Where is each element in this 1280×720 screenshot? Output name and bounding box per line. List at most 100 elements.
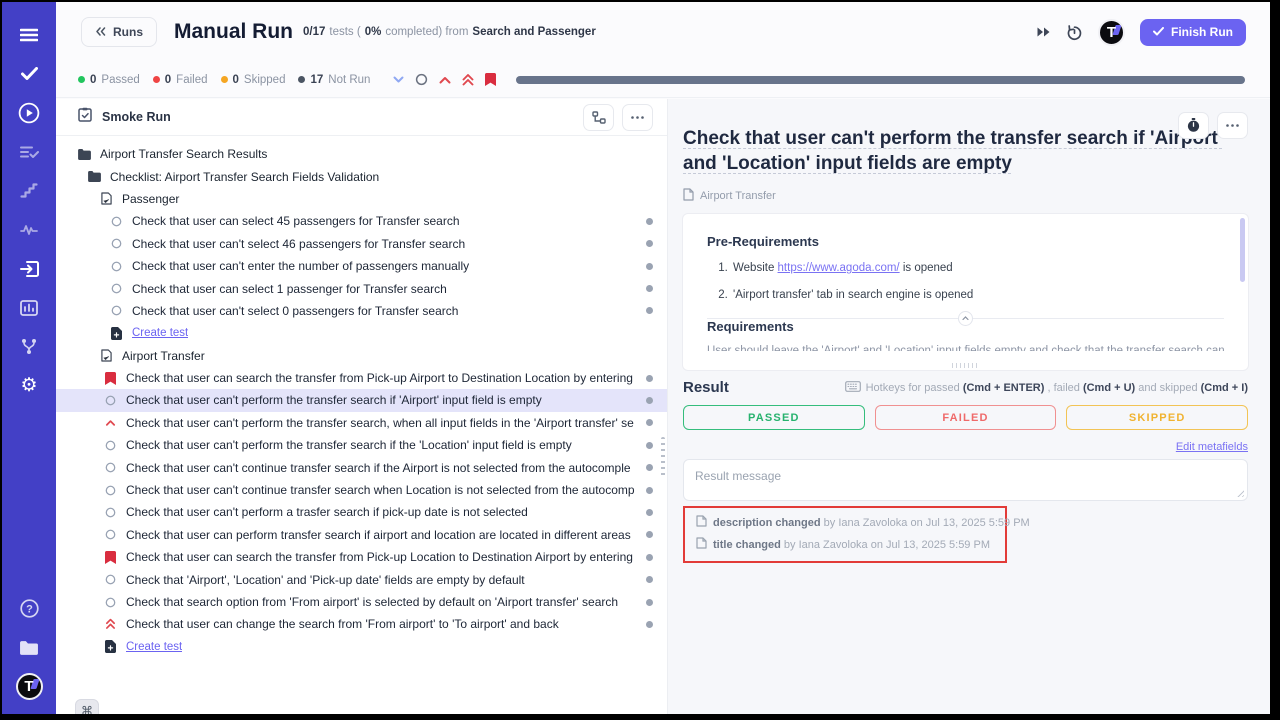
tree-row-test[interactable]: Check that user can't select 46 passenge… [56, 233, 667, 255]
tree-row-test[interactable]: Check that user can't continue transfer … [56, 456, 667, 478]
panel-splitter[interactable] [661, 437, 665, 477]
collapse-chevron-icon[interactable] [393, 76, 404, 83]
card-resize-grip[interactable] [952, 363, 980, 368]
run-meta: 0/17 tests ( 0% completed) from Search a… [303, 26, 596, 38]
tree-label: Check that user can't select 46 passenge… [132, 237, 637, 251]
tree-row-folder[interactable]: Airport Transfer Search Results [56, 143, 667, 165]
prerequirements-list: Website https://www.agoda.com/ is opened… [707, 262, 1224, 301]
failed-dot [153, 76, 160, 83]
passed-button[interactable]: PASSED [683, 405, 865, 430]
help-icon[interactable]: ? [10, 589, 48, 628]
tree-row-test[interactable]: Check that user can't perform the transf… [56, 434, 667, 456]
change-history-highlight: description changed by Iana Zavoloka on … [683, 506, 1007, 563]
test-detail-panel: Check that user can't perform the transf… [668, 99, 1270, 714]
branches-icon[interactable] [10, 327, 48, 366]
finish-run-button[interactable]: Finish Run [1140, 19, 1246, 46]
requirements-clipped-text: User should leave the 'Airport' and 'Loc… [707, 345, 1224, 351]
tree-row-create[interactable]: Create test [56, 322, 667, 344]
skipped-button[interactable]: SKIPPED [1066, 405, 1248, 430]
tree-row-test[interactable]: Check that user can't perform the transf… [56, 412, 667, 434]
check-icon [1153, 25, 1164, 39]
tree-row-test[interactable]: Check that user can't select 0 passenger… [56, 300, 667, 322]
test-title[interactable]: Check that user can't perform the transf… [683, 126, 1235, 176]
nav-rail: ⚙ ? T [2, 2, 56, 714]
tree-row-test[interactable]: Check that user can't continue transfer … [56, 479, 667, 501]
description-card: Pre-Requirements Website https://www.ago… [683, 214, 1248, 370]
tree-row-test[interactable]: Check that user can't perform the transf… [56, 389, 667, 411]
retry-timer-icon[interactable] [1066, 24, 1083, 41]
doc-icon [100, 349, 113, 362]
failed-button[interactable]: FAILED [875, 405, 1057, 430]
agoda-link[interactable]: https://www.agoda.com/ [778, 262, 900, 274]
group-by-icon[interactable] [583, 104, 614, 131]
status-dot [646, 263, 653, 270]
tree-label: Check that user can't perform a trasfer … [126, 505, 637, 519]
more-icon[interactable] [1217, 112, 1248, 139]
status-dot [646, 375, 653, 382]
tree-row-doc[interactable]: Passenger [56, 188, 667, 210]
tree-row-test[interactable]: Check that user can search the transfer … [56, 367, 667, 389]
tree-label: Check that 'Airport', 'Location' and 'Pi… [126, 573, 637, 587]
tree-row-test[interactable]: Check that user can perform transfer sea… [56, 524, 667, 546]
settings-gear-icon[interactable]: ⚙ [10, 366, 48, 405]
tree-row-test[interactable]: Check that user can select 1 passenger f… [56, 277, 667, 299]
tree-row-test[interactable]: Check that user can't perform a trasfer … [56, 501, 667, 523]
result-message-input[interactable] [683, 459, 1248, 501]
status-dot [646, 218, 653, 225]
card-scrollbar[interactable] [1240, 218, 1245, 282]
projects-folder-icon[interactable] [10, 628, 48, 667]
import-icon[interactable] [10, 249, 48, 288]
back-to-runs-button[interactable]: Runs [81, 17, 157, 47]
tree-row-test[interactable]: Check that user can select 45 passengers… [56, 210, 667, 232]
main-area: Runs Manual Run 0/17 tests ( 0% complete… [56, 2, 1270, 714]
priority-caret-icon[interactable] [439, 76, 451, 84]
double-chevron-left-icon [95, 25, 106, 39]
tree-row-folder[interactable]: Checklist: Airport Transfer Search Field… [56, 165, 667, 187]
timer-icon[interactable] [1178, 112, 1209, 139]
app-logo[interactable]: T [10, 667, 48, 706]
tree-row-doc[interactable]: Airport Transfer [56, 345, 667, 367]
section-divider [707, 318, 1224, 319]
severity-flag-icon[interactable] [485, 73, 496, 86]
status-circle-icon[interactable] [415, 73, 428, 86]
reports-icon[interactable] [10, 288, 48, 327]
tree-row-test[interactable]: Check that user can change the search fr… [56, 613, 667, 635]
test-plans-icon[interactable] [10, 132, 48, 171]
command-shortcut-button[interactable]: ⌘ [75, 699, 99, 714]
prerequirement-item: 'Airport transfer' tab in search engine … [731, 289, 1224, 301]
more-icon[interactable] [622, 104, 653, 131]
tree-label: Airport Transfer Search Results [100, 147, 653, 161]
run-play-icon[interactable] [10, 93, 48, 132]
result-section-header: Result Hotkeys for passed (Cmd + ENTER) … [683, 379, 1248, 396]
status-dot [646, 419, 653, 426]
menu-icon[interactable] [10, 15, 48, 54]
skipped-dot [221, 76, 228, 83]
tree-row-test[interactable]: Check that user can search the transfer … [56, 546, 667, 568]
tests-check-icon[interactable] [10, 54, 48, 93]
document-icon [683, 188, 694, 204]
steps-icon[interactable] [10, 171, 48, 210]
circle-icon [104, 597, 117, 608]
user-avatar[interactable]: T [1098, 19, 1125, 46]
run-name: Smoke Run [102, 110, 171, 124]
priority-double-caret-icon[interactable] [462, 74, 474, 86]
tree-row-test[interactable]: Check that user can't enter the number o… [56, 255, 667, 277]
breadcrumb-label[interactable]: Airport Transfer [700, 190, 776, 202]
tree-row-create[interactable]: Create test [56, 636, 667, 658]
tree-row-test[interactable]: Check that 'Airport', 'Location' and 'Pi… [56, 568, 667, 590]
result-heading: Result [683, 379, 729, 396]
tree-label: Check that user can't continue transfer … [126, 461, 637, 475]
circle-icon [104, 395, 117, 406]
circle-icon [110, 305, 123, 316]
fast-forward-icon[interactable] [1036, 26, 1051, 38]
clipboard-check-icon [78, 107, 92, 127]
circle-icon [104, 462, 117, 473]
file-edit-icon [696, 515, 707, 530]
circle-icon [110, 261, 123, 272]
activity-icon[interactable] [10, 210, 48, 249]
tree-row-test[interactable]: Check that search option from 'From airp… [56, 591, 667, 613]
collapse-toggle-icon[interactable] [958, 311, 973, 326]
circle-icon [104, 529, 117, 540]
status-dot [646, 307, 653, 314]
edit-metafields-link[interactable]: Edit metafields [1176, 441, 1248, 453]
